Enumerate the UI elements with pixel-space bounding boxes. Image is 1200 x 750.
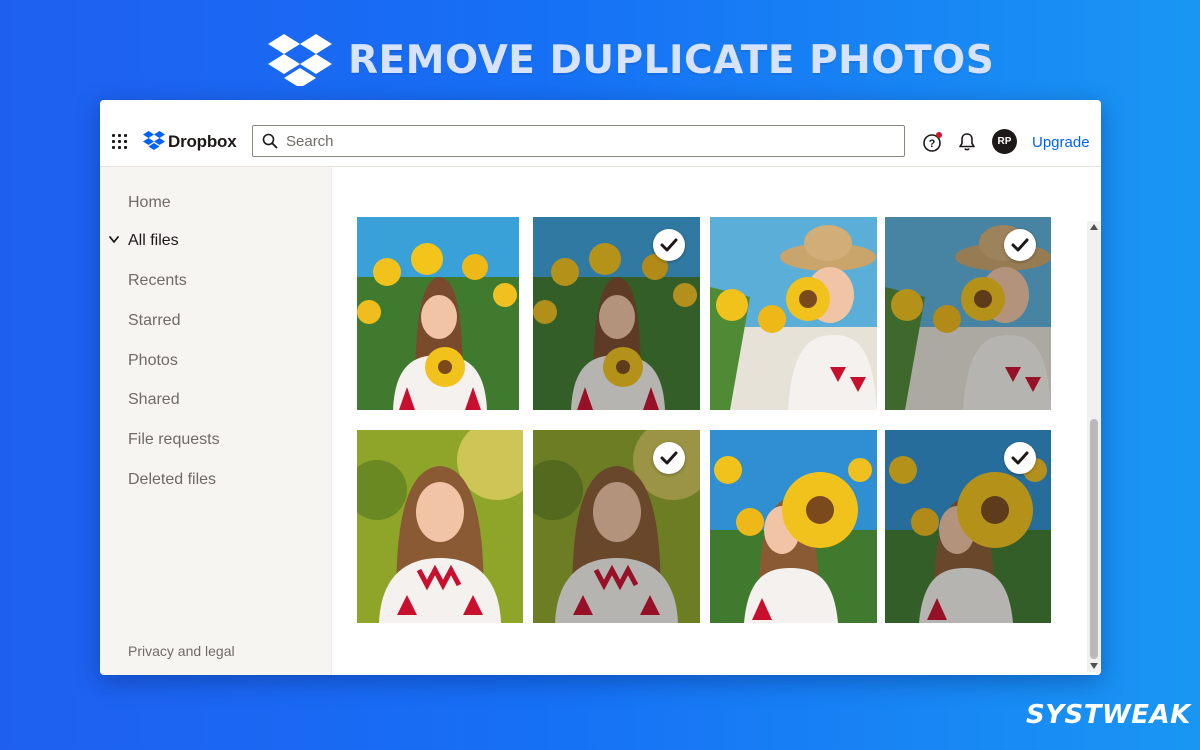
dropbox-window: Dropbox ? RP Upgrade Home All files Rece…	[100, 100, 1101, 675]
systweak-logo: SYSTWEAK	[1026, 700, 1191, 730]
dropbox-wordmark[interactable]: Dropbox	[168, 132, 237, 152]
privacy-legal-link[interactable]: Privacy and legal	[128, 643, 235, 659]
search-bar[interactable]	[252, 125, 905, 157]
photo-image	[710, 217, 877, 410]
photo-image	[357, 217, 519, 410]
selected-check-icon[interactable]	[1004, 442, 1036, 474]
photo-tile[interactable]	[885, 430, 1051, 623]
top-bar: Dropbox ? RP Upgrade	[100, 100, 1101, 167]
sidebar-item-file-requests[interactable]: File requests	[128, 431, 220, 449]
photo-tile[interactable]	[885, 217, 1051, 410]
photo-tile[interactable]	[533, 217, 700, 410]
sidebar-item-home[interactable]: Home	[128, 194, 171, 212]
photo-image	[710, 430, 877, 623]
selected-check-icon[interactable]	[1004, 229, 1036, 261]
sidebar-item-shared[interactable]: Shared	[128, 391, 180, 409]
photo-tile[interactable]	[710, 217, 877, 410]
selected-check-icon[interactable]	[653, 229, 685, 261]
scrollbar-thumb[interactable]	[1090, 419, 1098, 659]
photo-tile[interactable]	[533, 430, 700, 623]
help-icon[interactable]: ?	[922, 131, 944, 153]
chevron-down-icon[interactable]	[108, 235, 120, 245]
sidebar-item-photos[interactable]: Photos	[128, 352, 178, 370]
photo-tile[interactable]	[357, 217, 519, 410]
upgrade-link[interactable]: Upgrade	[1032, 134, 1090, 151]
dropbox-logo-icon	[268, 34, 332, 86]
sidebar-item-all-files[interactable]: All files	[128, 232, 179, 250]
bell-icon[interactable]	[958, 132, 976, 152]
sidebar-item-starred[interactable]: Starred	[128, 312, 180, 330]
dropbox-icon[interactable]	[143, 131, 165, 151]
banner-title: REMOVE DUPLICATE PHOTOS	[348, 38, 995, 83]
app-grid-icon[interactable]	[112, 134, 127, 149]
photo-image	[357, 430, 523, 623]
photo-tile[interactable]	[710, 430, 877, 623]
sidebar: Home All files Recents Starred Photos Sh…	[100, 167, 332, 675]
sidebar-item-recents[interactable]: Recents	[128, 272, 187, 290]
search-input[interactable]	[286, 130, 886, 152]
scroll-up-arrow-icon[interactable]	[1090, 224, 1098, 230]
selected-check-icon[interactable]	[653, 442, 685, 474]
photo-tile[interactable]	[357, 430, 523, 623]
banner: REMOVE DUPLICATE PHOTOS	[0, 28, 1200, 88]
search-icon	[262, 133, 278, 149]
vertical-scrollbar[interactable]	[1087, 221, 1101, 672]
scroll-down-arrow-icon[interactable]	[1090, 663, 1098, 669]
svg-text:?: ?	[929, 138, 936, 150]
sidebar-item-deleted-files[interactable]: Deleted files	[128, 471, 216, 489]
photo-grid	[333, 167, 1101, 675]
avatar[interactable]: RP	[992, 129, 1017, 154]
